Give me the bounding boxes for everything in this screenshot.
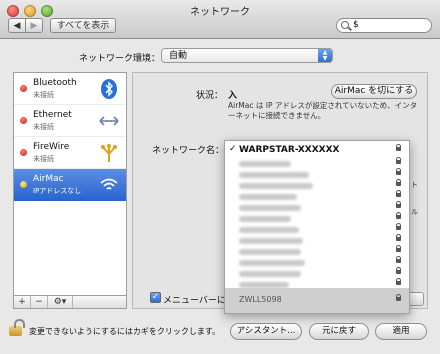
search-icon: [341, 21, 349, 29]
lock-icon: [396, 267, 401, 274]
firewire-icon: [101, 144, 117, 162]
back-button[interactable]: ◀: [8, 18, 26, 33]
status-value: 入: [228, 91, 238, 101]
network-preferences-window: ネットワーク ◀ ▶ すべてを表示 $ ネットワーク環境： 自動 ▲ ▼ Blue…: [0, 0, 440, 354]
location-value: 自動: [169, 51, 188, 61]
network-name-menu[interactable]: ✓ WARPSTAR-XXXXXX ZWLL5098: [224, 140, 410, 314]
redacted-ssid: [239, 194, 297, 200]
title-bar: ネットワーク ◀ ▶ すべてを表示 $: [0, 0, 440, 39]
lock-icon: [396, 294, 401, 301]
search-field[interactable]: $: [336, 18, 432, 33]
service-item-bluetooth[interactable]: Bluetooth 未接続: [14, 73, 126, 105]
location-label: ネットワーク環境：: [79, 54, 161, 64]
redacted-ssid: [239, 183, 313, 189]
action-menu-button[interactable]: ⚙▾: [48, 296, 73, 308]
lock-icon: [396, 144, 401, 151]
remove-service-button[interactable]: −: [31, 296, 48, 308]
network-item-connected[interactable]: ✓ WARPSTAR-XXXXXX: [225, 144, 409, 157]
lock-icon[interactable]: [9, 319, 25, 336]
service-item-airmac[interactable]: AirMac IPアドレスなし: [14, 169, 126, 201]
network-name-label: ネットワーク名：: [152, 146, 225, 156]
wifi-icon: [100, 178, 118, 190]
redacted-ssid: [239, 260, 305, 266]
redacted-ssid: [239, 172, 309, 178]
service-status: 未接続: [33, 123, 54, 131]
network-ssid: WARPSTAR-XXXXXX: [239, 145, 340, 155]
show-all-button[interactable]: すべてを表示: [50, 18, 116, 33]
lock-icon: [396, 168, 401, 175]
service-status: 未接続: [33, 91, 54, 99]
occluded-text: ト: [411, 181, 418, 189]
lock-icon: [396, 201, 401, 208]
lock-icon: [396, 212, 401, 219]
bluetooth-icon: [101, 79, 117, 99]
lock-icon: [396, 234, 401, 241]
service-name: Bluetooth: [33, 78, 77, 88]
status-dot-icon: [20, 181, 27, 188]
lock-icon: [396, 223, 401, 230]
show-in-menubar-checkbox[interactable]: ✓: [150, 292, 161, 303]
redacted-ssid: [239, 205, 301, 211]
network-ssid: ZWLL5098: [239, 295, 282, 304]
redacted-ssid: [239, 216, 291, 222]
redacted-ssid: [239, 249, 301, 255]
service-name: Ethernet: [33, 110, 72, 120]
status-label: 状況：: [196, 91, 224, 101]
service-name: AirMac: [33, 174, 64, 184]
occluded-text: ル: [411, 208, 418, 216]
add-service-button[interactable]: +: [14, 296, 31, 308]
lock-icon: [396, 278, 401, 285]
lock-icon: [396, 245, 401, 252]
service-status: 未接続: [33, 155, 54, 163]
window-title: ネットワーク: [190, 7, 250, 18]
status-dot-icon: [20, 85, 27, 92]
apply-button[interactable]: 適用: [375, 323, 427, 340]
redacted-ssid: [239, 161, 291, 167]
status-description: AirMac は IP アドレスが設定されていないため、インターネットに接続でき…: [228, 101, 418, 120]
search-value: $: [353, 20, 359, 30]
revert-button[interactable]: 元に戻す: [309, 323, 369, 340]
lock-icon: [396, 179, 401, 186]
ethernet-icon: [99, 116, 119, 126]
location-select[interactable]: 自動 ▲ ▼: [161, 48, 333, 63]
status-dot-icon: [20, 117, 27, 124]
checkmark-icon: ✓: [229, 144, 237, 154]
redacted-ssid: [239, 238, 303, 244]
status-dot-icon: [20, 149, 27, 156]
lock-instructions: 変更できないようにするにはカギをクリックします。: [29, 327, 221, 336]
show-in-menubar-label: メニューバーに: [163, 296, 226, 306]
service-status: IPアドレスなし: [33, 187, 82, 195]
service-name: FireWire: [33, 142, 70, 152]
service-list: Bluetooth 未接続 Ethernet 未接続 FireWire 未接続: [13, 72, 127, 296]
lock-icon: [396, 157, 401, 164]
lock-icon: [396, 190, 401, 197]
service-item-ethernet[interactable]: Ethernet 未接続: [14, 105, 126, 137]
network-item[interactable]: ZWLL5098: [225, 294, 409, 307]
forward-button[interactable]: ▶: [25, 18, 43, 33]
lock-icon: [396, 256, 401, 263]
turn-off-airmac-button[interactable]: AirMac を切にする: [331, 84, 417, 99]
service-item-firewire[interactable]: FireWire 未接続: [14, 137, 126, 169]
redacted-ssid: [239, 227, 299, 233]
select-arrows-icon: ▲ ▼: [318, 49, 332, 62]
assistant-button[interactable]: アシスタント...: [230, 323, 302, 340]
redacted-ssid: [239, 271, 301, 277]
service-list-toolbar: + − ⚙▾: [13, 295, 127, 309]
